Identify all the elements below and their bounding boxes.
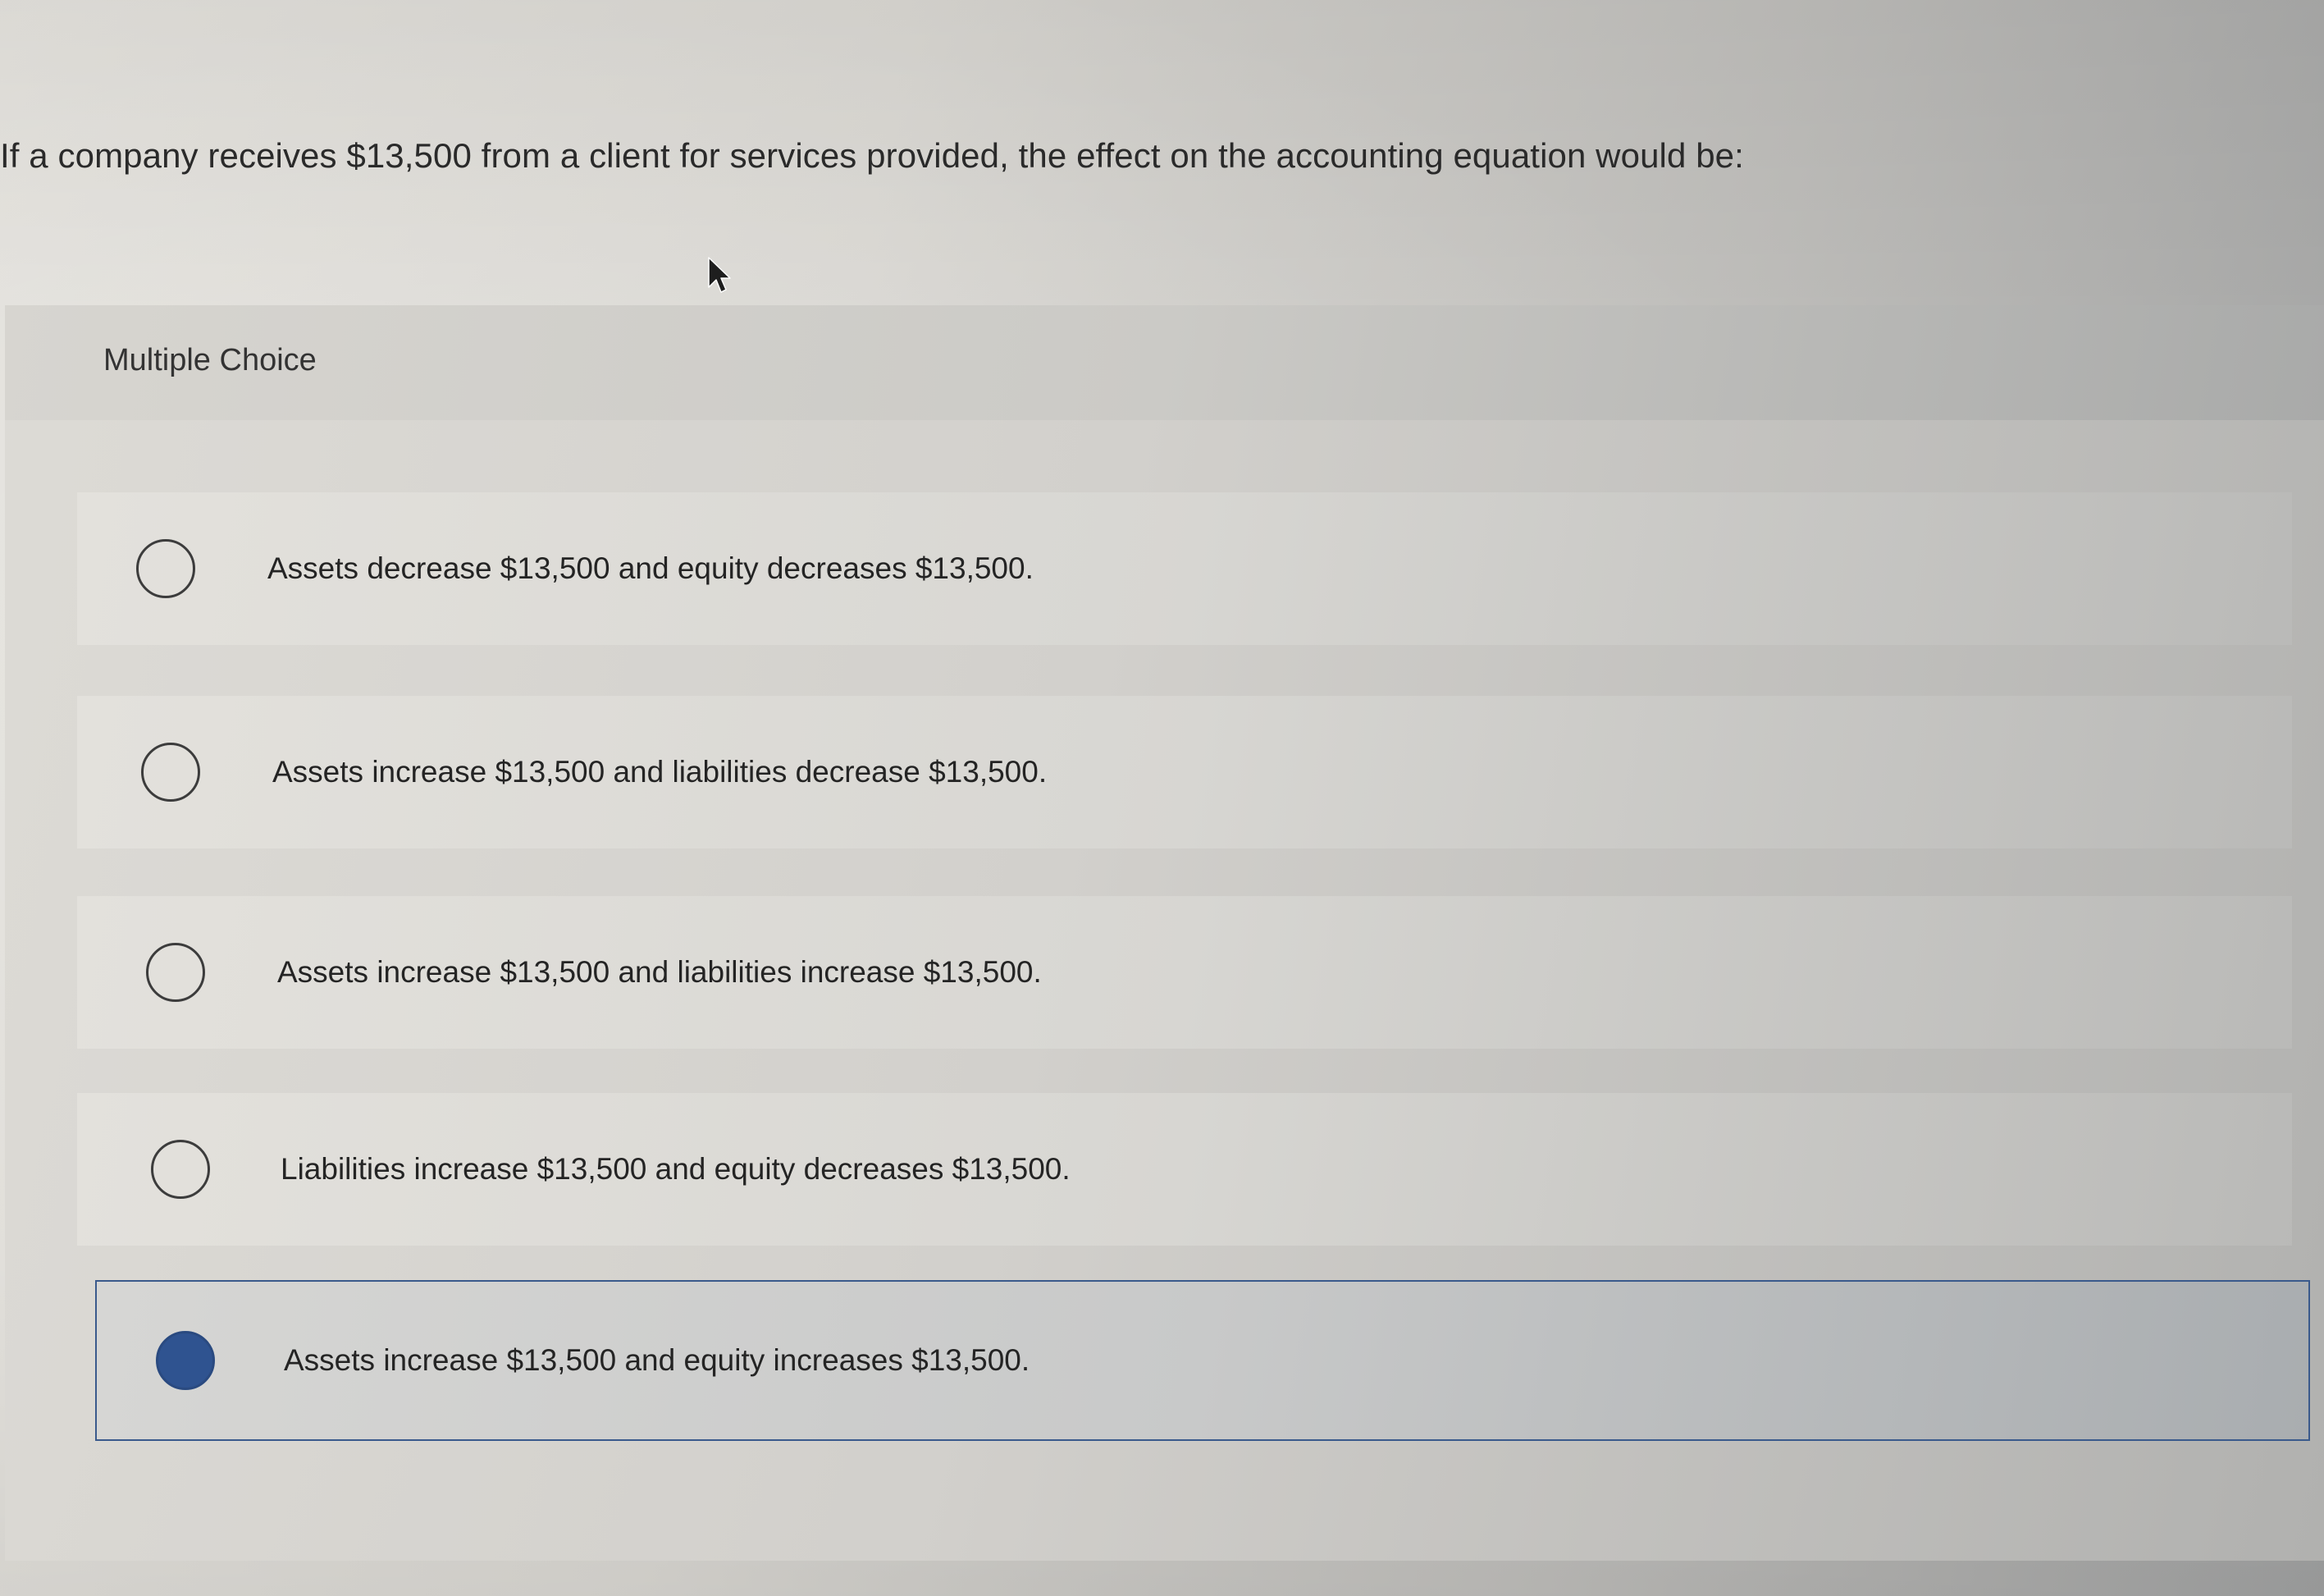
option-label: Assets increase $13,500 and liabilities … bbox=[272, 755, 1048, 789]
mouse-pointer-icon bbox=[708, 257, 731, 293]
option-label: Assets decrease $13,500 and equity decre… bbox=[267, 551, 1034, 585]
radio-button-icon[interactable] bbox=[141, 743, 200, 802]
radio-button-icon[interactable] bbox=[151, 1140, 210, 1199]
multiple-choice-panel: Multiple Choice Assets decrease $13,500 … bbox=[5, 305, 2324, 1561]
option-3[interactable]: Assets increase $13,500 and liabilities … bbox=[77, 896, 2292, 1049]
radio-button-selected-icon[interactable] bbox=[156, 1331, 215, 1390]
option-2[interactable]: Assets increase $13,500 and liabilities … bbox=[77, 696, 2292, 848]
option-5-selected[interactable]: Assets increase $13,500 and equity incre… bbox=[95, 1280, 2310, 1441]
multiple-choice-header: Multiple Choice bbox=[5, 305, 2324, 420]
radio-button-icon[interactable] bbox=[136, 539, 195, 598]
option-4[interactable]: Liabilities increase $13,500 and equity … bbox=[77, 1093, 2292, 1246]
option-label: Liabilities increase $13,500 and equity … bbox=[281, 1152, 1071, 1186]
multiple-choice-label: Multiple Choice bbox=[103, 343, 317, 377]
question-text: If a company receives $13,500 from a cli… bbox=[0, 136, 1744, 175]
option-label: Assets increase $13,500 and equity incre… bbox=[284, 1343, 1030, 1377]
option-label: Assets increase $13,500 and liabilities … bbox=[277, 955, 1042, 989]
radio-button-icon[interactable] bbox=[146, 943, 205, 1002]
option-1[interactable]: Assets decrease $13,500 and equity decre… bbox=[77, 492, 2292, 645]
